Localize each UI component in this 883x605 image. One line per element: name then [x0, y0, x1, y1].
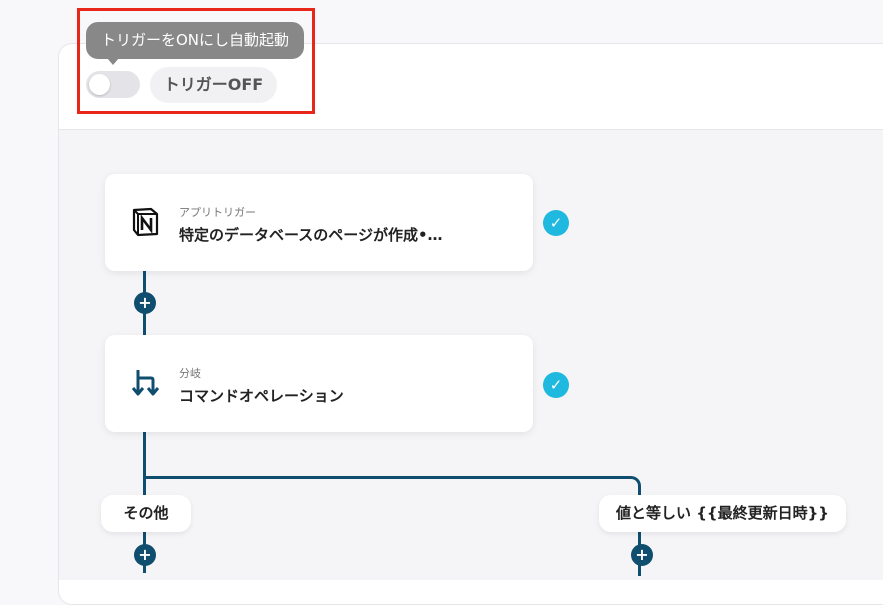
- node-type-label: 分岐: [179, 367, 201, 380]
- check-icon: ✓: [543, 210, 569, 236]
- node-title: コマンドオペレーション: [179, 387, 344, 405]
- flow-node-app-trigger[interactable]: アプリトリガー 特定のデータベースのページが作成•…: [105, 174, 533, 271]
- add-step-button[interactable]: +: [134, 544, 156, 566]
- notion-icon: [129, 206, 161, 238]
- node-type-label: アプリトリガー: [179, 206, 256, 219]
- branch-icon: [129, 367, 161, 399]
- add-step-button[interactable]: +: [134, 292, 156, 314]
- check-icon: ✓: [543, 372, 569, 398]
- node-title: 特定のデータベースのページが作成•…: [179, 226, 443, 244]
- branch-connector: [143, 476, 641, 576]
- add-step-button[interactable]: +: [631, 544, 653, 566]
- highlight-box: [77, 8, 315, 114]
- branch-label-equals[interactable]: 値と等しい {{最終更新日時}}: [599, 495, 846, 532]
- branch-label-other[interactable]: その他: [101, 495, 191, 532]
- flow-node-branch[interactable]: 分岐 コマンドオペレーション: [105, 335, 533, 432]
